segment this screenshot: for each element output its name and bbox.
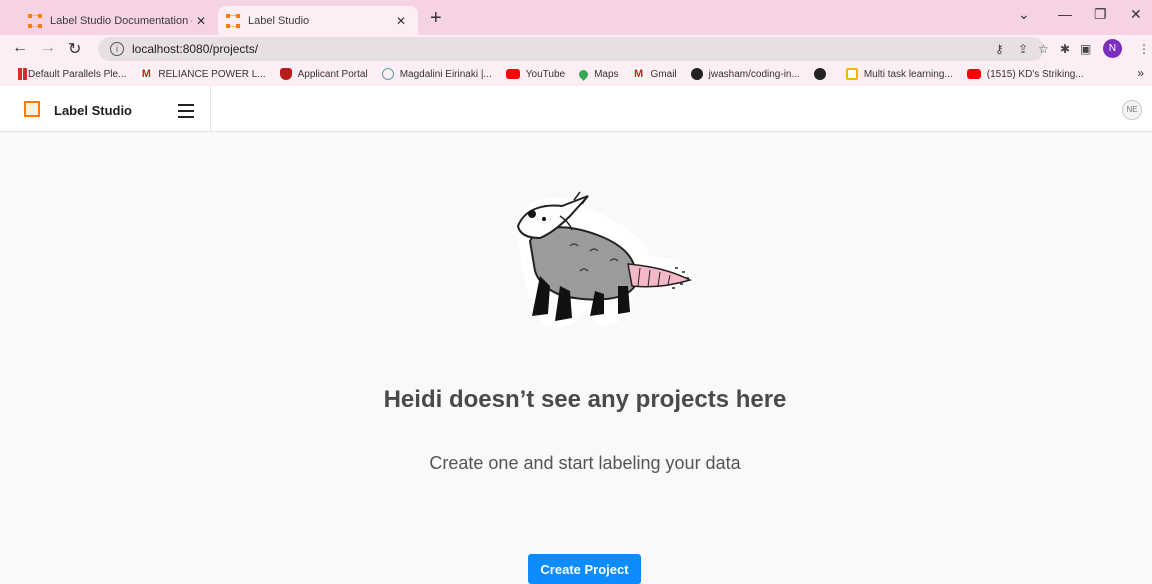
- bookmark-label: (1515) KD's Striking...: [986, 68, 1084, 80]
- info-icon[interactable]: i: [110, 42, 124, 56]
- chevron-down-icon[interactable]: ⌄: [1018, 6, 1030, 23]
- tab-title: Label Studio Documentation — (: [50, 14, 192, 27]
- close-window-icon[interactable]: ✕: [1130, 6, 1142, 23]
- kebab-menu-icon[interactable]: ⋮: [1138, 42, 1150, 56]
- address-bar[interactable]: i localhost:8080/projects/: [98, 37, 1044, 61]
- parallels-icon: [18, 68, 22, 80]
- bookmark-item[interactable]: Multi task learning...: [845, 68, 953, 80]
- close-tab-icon[interactable]: ✕: [192, 14, 210, 28]
- label-studio-logo-icon: [24, 101, 40, 117]
- label-studio-favicon-icon: [226, 13, 240, 28]
- browser-toolbar: ← → ↻ i localhost:8080/projects/ ⚷ ⇪ ☆ ✱…: [0, 35, 1152, 62]
- bookmark-label: YouTube: [525, 68, 566, 80]
- bookmark-label: Magdalini Eirinaki |...: [399, 68, 492, 80]
- user-avatar[interactable]: NE: [1122, 100, 1142, 120]
- youtube-icon: [966, 69, 981, 79]
- app-header: Label Studio NE: [0, 86, 1152, 132]
- opossum-illustration: [516, 191, 693, 328]
- sidebar-icon[interactable]: ▣: [1080, 42, 1091, 56]
- gmail-icon: M: [632, 68, 645, 80]
- more-bookmarks-icon[interactable]: »: [1137, 66, 1144, 80]
- share-icon[interactable]: ⇪: [1018, 42, 1028, 56]
- bookmark-item[interactable]: YouTube: [505, 68, 566, 80]
- shield-icon: [279, 68, 292, 80]
- bookmark-item[interactable]: jwasham/coding-in...: [690, 68, 800, 80]
- scholar-icon: [381, 68, 394, 80]
- empty-state-subtitle: Create one and start labeling your data: [429, 453, 741, 473]
- bookmark-item[interactable]: Applicant Portal: [279, 68, 368, 80]
- bookmark-label: Gmail: [650, 68, 677, 80]
- hamburger-menu-icon[interactable]: [178, 104, 194, 122]
- back-arrow-icon[interactable]: ←: [12, 39, 28, 57]
- bookmark-label: RELIANCE POWER L...: [158, 68, 266, 80]
- restore-window-icon[interactable]: ❐: [1094, 6, 1107, 23]
- bookmark-label: Applicant Portal: [297, 68, 368, 80]
- bookmark-label: Default Parallels Ple...: [28, 68, 127, 80]
- reload-icon[interactable]: ↻: [68, 39, 81, 59]
- header-divider: [210, 86, 211, 132]
- new-tab-icon[interactable]: +: [430, 7, 442, 30]
- tab-label-studio[interactable]: Label Studio ✕: [218, 6, 418, 35]
- bookmark-item[interactable]: Maps: [577, 67, 619, 81]
- app-title[interactable]: Label Studio: [54, 103, 132, 118]
- bookmark-item[interactable]: M RELIANCE POWER L...: [140, 68, 266, 80]
- forward-arrow-icon[interactable]: →: [40, 39, 56, 57]
- bookmark-item[interactable]: Magdalini Eirinaki |...: [381, 68, 492, 80]
- extensions-icon[interactable]: ✱: [1060, 42, 1070, 56]
- youtube-icon: [505, 69, 520, 79]
- browser-tab-strip: Label Studio Documentation — ( ✕ Label S…: [0, 0, 1152, 35]
- maps-pin-icon: [577, 67, 590, 81]
- bookmark-item[interactable]: M Gmail: [632, 68, 677, 80]
- bookmark-label: Maps: [594, 68, 619, 80]
- bookmark-item[interactable]: Default Parallels Ple...: [18, 68, 126, 80]
- empty-state-title: Heidi doesn’t see any projects here: [383, 386, 787, 413]
- url-text: localhost:8080/projects/: [132, 42, 259, 56]
- bookmarks-bar: Default Parallels Ple... M RELIANCE POWE…: [0, 62, 1152, 86]
- minimize-icon[interactable]: —: [1058, 6, 1072, 22]
- create-project-button[interactable]: Create Project: [528, 554, 641, 584]
- github-icon: [690, 68, 703, 80]
- close-tab-icon[interactable]: ✕: [392, 14, 410, 28]
- bookmark-label: jwasham/coding-in...: [708, 68, 800, 80]
- key-icon[interactable]: ⚷: [995, 42, 1004, 56]
- gmail-icon: M: [140, 68, 153, 80]
- bookmark-label: Multi task learning...: [863, 68, 953, 80]
- tab-title: Label Studio: [248, 14, 310, 27]
- tab-label-studio-docs[interactable]: Label Studio Documentation — ( ✕: [20, 6, 218, 35]
- folder-icon: [845, 68, 858, 80]
- profile-avatar[interactable]: N: [1103, 39, 1122, 58]
- bookmark-item[interactable]: [813, 68, 832, 80]
- star-icon[interactable]: ☆: [1038, 42, 1049, 56]
- bookmark-item[interactable]: (1515) KD's Striking...: [966, 68, 1084, 80]
- github-icon: [813, 68, 826, 80]
- label-studio-favicon-icon: [28, 13, 42, 28]
